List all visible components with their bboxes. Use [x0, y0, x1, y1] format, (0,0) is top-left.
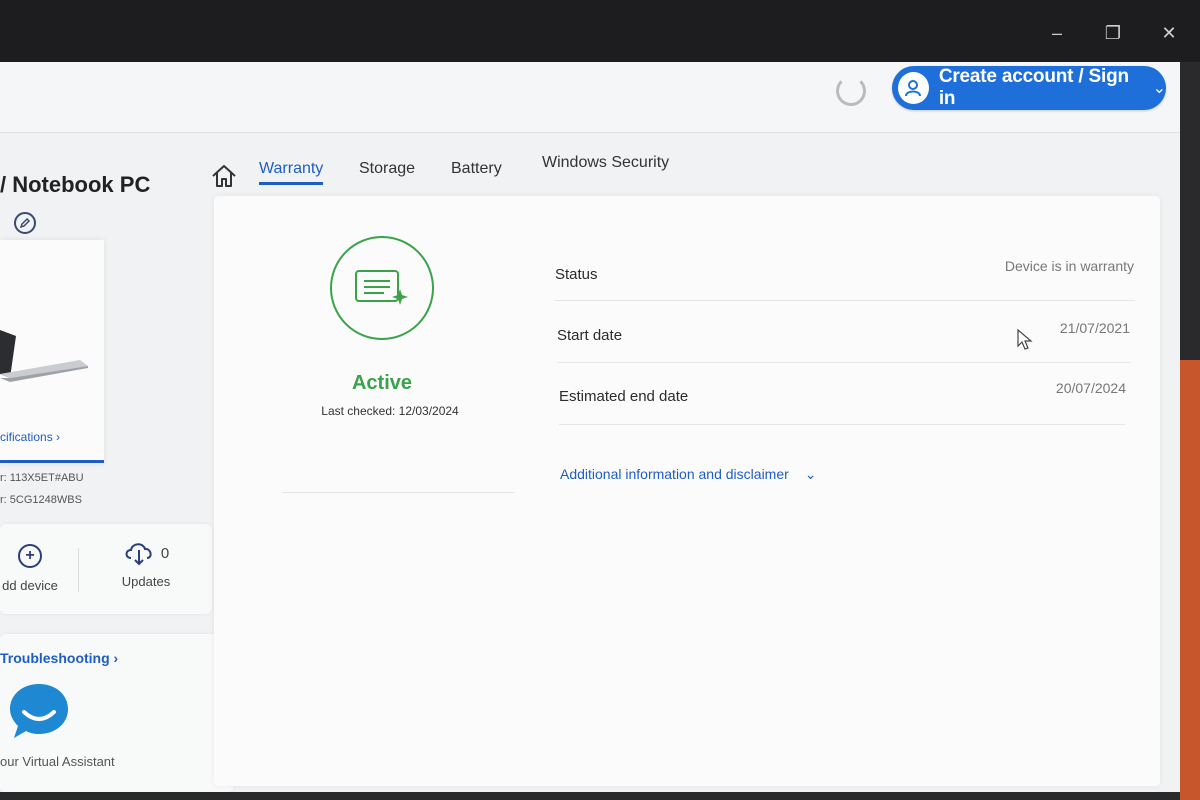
status-label: Status: [555, 266, 598, 283]
virtual-assistant-icon[interactable]: [8, 682, 70, 740]
divider: [555, 300, 1135, 301]
divider: [282, 492, 514, 493]
cloud-download-icon: [125, 543, 152, 566]
troubleshooting-link[interactable]: Troubleshooting ›: [0, 650, 118, 666]
plus-icon: +: [18, 544, 42, 568]
device-card[interactable]: cifications ›: [0, 240, 104, 463]
warranty-panel: Active Last checked: 12/03/2024 Status D…: [214, 196, 1160, 786]
end-date-value: 20/07/2024: [1055, 380, 1126, 396]
specifications-link[interactable]: cifications ›: [0, 430, 60, 444]
chevron-down-icon: ⌄: [804, 466, 817, 482]
divider: [78, 548, 79, 592]
assistant-card: Troubleshooting › our Virtual Assistant: [0, 634, 234, 792]
minimize-icon[interactable]: –: [1046, 22, 1068, 44]
additional-info-label: Additional information and disclaimer: [560, 466, 789, 482]
start-date-value: 21/07/2021: [1059, 320, 1130, 336]
chevron-down-icon: ⌄: [1152, 80, 1166, 97]
tab-battery[interactable]: Battery: [451, 160, 502, 178]
start-date-label: Start date: [557, 327, 623, 344]
laptop-image: [0, 330, 88, 382]
tab-warranty[interactable]: Warranty: [259, 160, 324, 185]
window-titlebar: – ❐ ✕: [0, 0, 1200, 62]
close-icon[interactable]: ✕: [1158, 22, 1180, 44]
warranty-status-ring: [330, 236, 434, 340]
edit-icon[interactable]: [14, 212, 36, 234]
signin-label: Create account / Sign in: [938, 66, 1129, 109]
signin-button[interactable]: Create account / Sign in ⌄: [892, 66, 1166, 110]
end-date-label: Estimated end date: [559, 388, 689, 405]
product-number: r: 113X5ET#ABU: [0, 472, 84, 484]
top-bar: Create account / Sign in ⌄: [0, 62, 1180, 133]
device-title: / Notebook PC: [0, 172, 151, 197]
add-device-button[interactable]: + dd device: [0, 544, 60, 593]
home-icon[interactable]: [210, 162, 238, 190]
divider: [557, 362, 1131, 363]
warranty-certificate-icon: [355, 270, 408, 305]
actions-card: + dd device 0 Updates: [0, 524, 212, 614]
background-edge: [1180, 360, 1200, 800]
warranty-state: Active: [351, 372, 413, 394]
mouse-pointer-icon: [1017, 328, 1033, 350]
updates-count: 0: [160, 544, 170, 562]
last-checked: Last checked: 12/03/2024: [321, 404, 459, 418]
updates-label: Updates: [121, 574, 171, 589]
divider: [559, 424, 1125, 425]
app-window: Create account / Sign in ⌄ / Notebook PC…: [0, 62, 1180, 792]
user-icon: [898, 72, 929, 104]
add-device-label: dd device: [2, 578, 58, 593]
assistant-label: our Virtual Assistant: [0, 754, 115, 769]
status-value: Device is in warranty: [1004, 258, 1134, 274]
refresh-icon[interactable]: [836, 76, 866, 106]
updates-button[interactable]: 0 Updates: [104, 538, 188, 589]
serial-number: r: 5CG1248WBS: [0, 494, 82, 506]
additional-info-link[interactable]: Additional information and disclaimer ⌄: [560, 466, 816, 483]
tab-windows-security[interactable]: Windows Security: [542, 154, 669, 172]
tab-storage[interactable]: Storage: [359, 160, 415, 178]
restore-icon[interactable]: ❐: [1102, 22, 1124, 44]
